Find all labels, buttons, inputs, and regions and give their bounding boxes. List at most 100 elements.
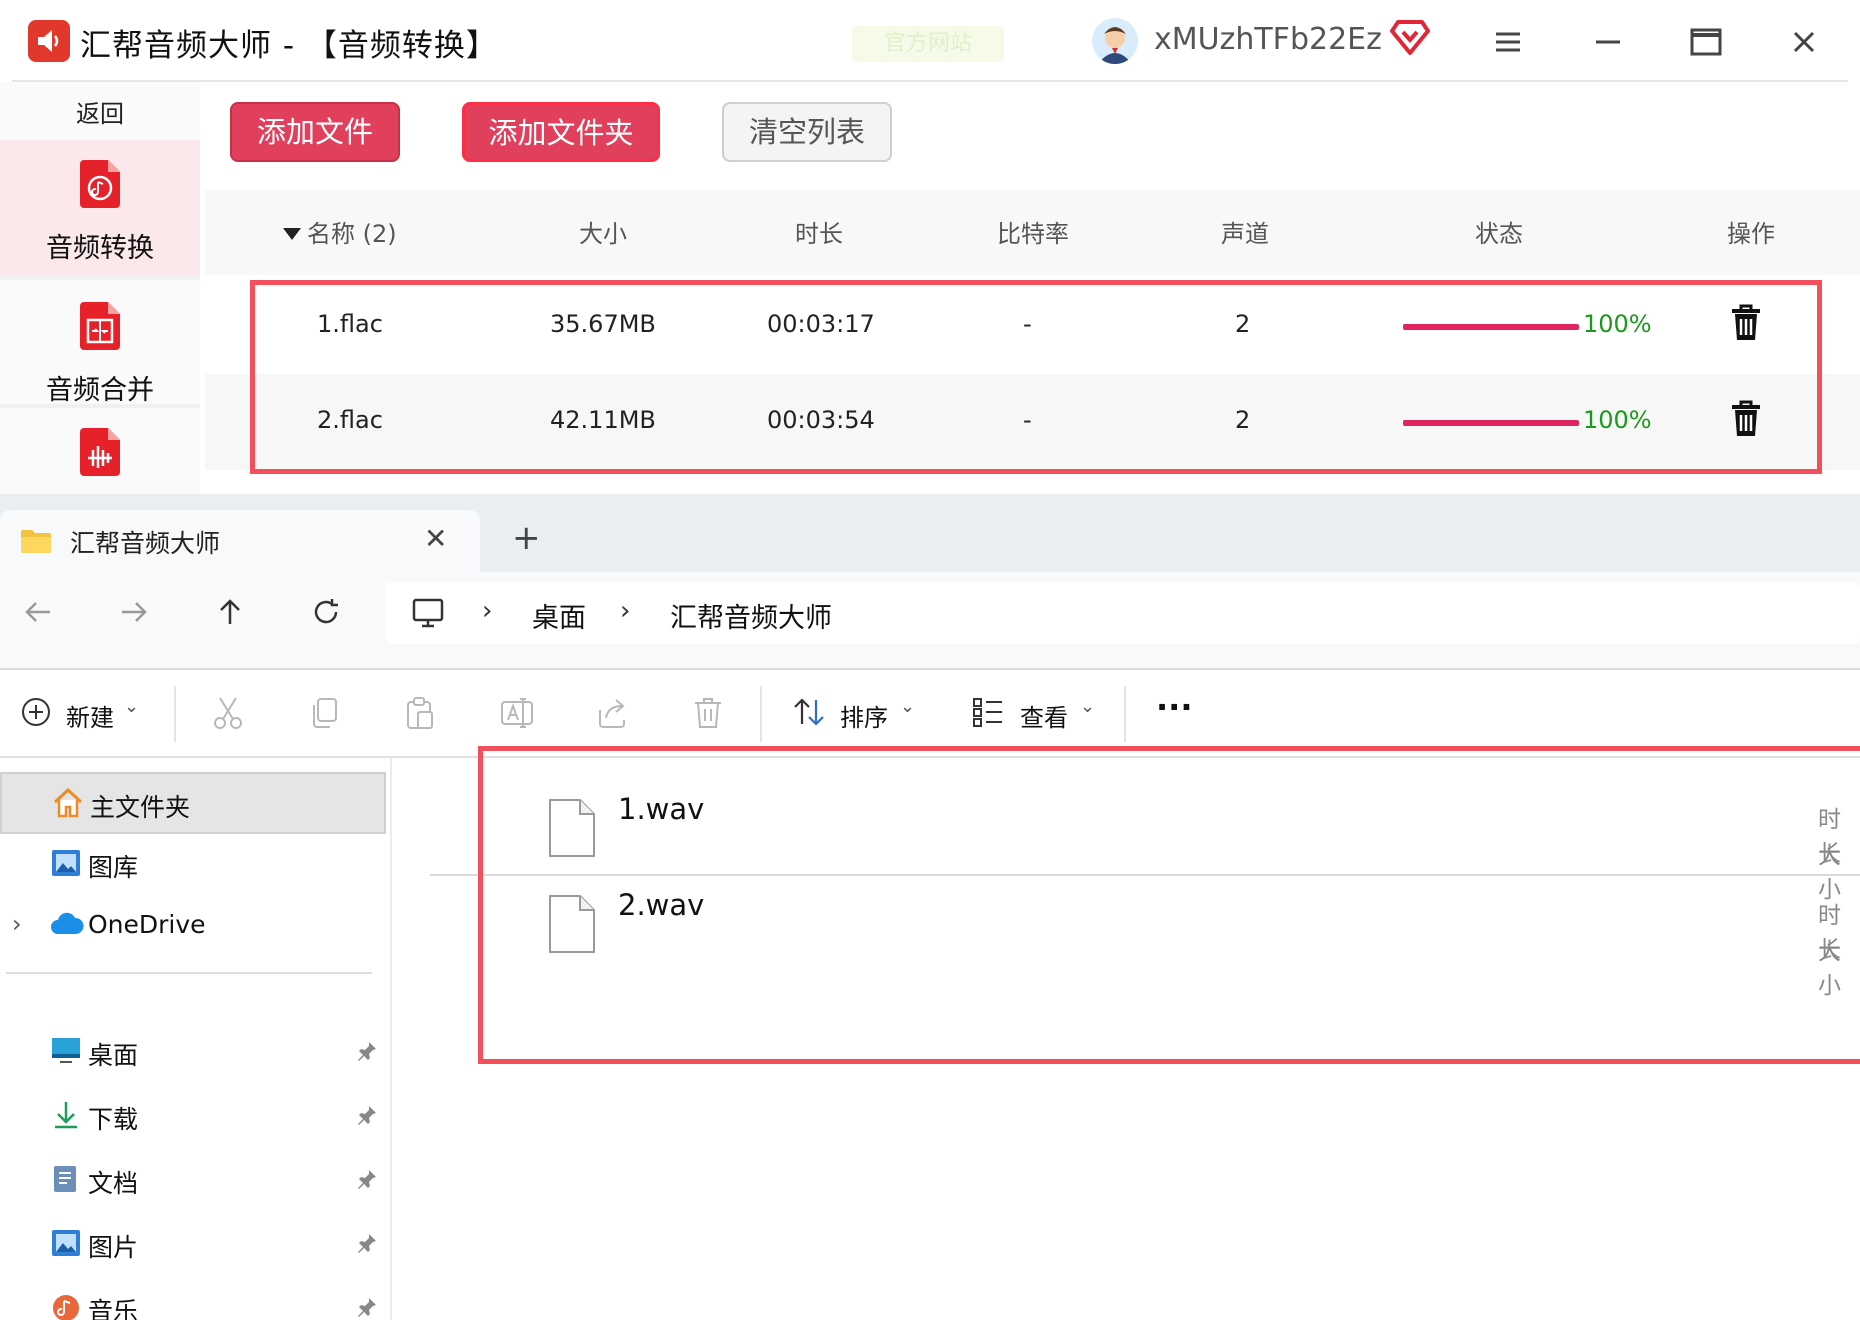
nav-label: 桌面 xyxy=(88,1041,139,1070)
chevron-right-icon[interactable]: › xyxy=(12,910,22,938)
pin-icon[interactable] xyxy=(356,1296,378,1320)
command-bar: 新建 ⌄ 排序 ⌄ 查看 ⌄ ··· xyxy=(0,670,1860,756)
sort-button[interactable]: 排序 xyxy=(840,698,888,733)
new-tab-icon[interactable]: + xyxy=(512,518,541,558)
sidebar-item-label: 音频合并 xyxy=(46,375,154,406)
pin-icon[interactable] xyxy=(356,1040,378,1066)
nav-label: 文档 xyxy=(88,1169,139,1198)
share-icon[interactable] xyxy=(596,696,628,734)
pin-icon[interactable] xyxy=(356,1168,378,1194)
tab-close-icon[interactable]: ✕ xyxy=(424,522,447,555)
nav-item-music[interactable]: 音乐 xyxy=(0,1278,386,1320)
folder-icon xyxy=(20,528,52,558)
table-header: 名称 (2) 大小 时长 比特率 声道 状态 操作 xyxy=(205,190,1860,275)
nav-label: 图库 xyxy=(88,853,139,882)
title-bar: 汇帮音频大师 - 【音频转换】 官方网站 xMUzhTFb22Ez xyxy=(0,0,1860,82)
minimize-icon[interactable] xyxy=(1588,22,1628,62)
add-file-button[interactable]: 添加文件 xyxy=(230,102,400,162)
more-options-icon[interactable]: ··· xyxy=(1156,688,1192,726)
copy-icon[interactable] xyxy=(308,696,340,734)
new-button[interactable]: 新建 xyxy=(66,698,114,733)
view-icon[interactable] xyxy=(972,696,1004,732)
app-logo-icon xyxy=(28,20,70,62)
back-button[interactable]: 返回 xyxy=(0,94,200,129)
back-arrow-icon[interactable] xyxy=(22,596,54,636)
tab-active[interactable]: 汇帮音频大师 ✕ xyxy=(0,510,480,572)
add-folder-button[interactable]: 添加文件夹 xyxy=(462,102,660,162)
nav-item-pictures[interactable]: 图片 xyxy=(0,1214,386,1276)
divider xyxy=(174,686,176,742)
vip-diamond-icon[interactable] xyxy=(1390,18,1430,60)
refresh-icon[interactable] xyxy=(310,596,342,636)
username: xMUzhTFb22Ez xyxy=(1154,22,1382,57)
cut-icon[interactable] xyxy=(212,696,244,734)
col-duration[interactable]: 时长 xyxy=(795,214,843,249)
close-icon[interactable] xyxy=(1784,22,1824,62)
new-plus-icon[interactable] xyxy=(20,696,52,732)
forward-arrow-icon[interactable] xyxy=(118,596,150,636)
audio-wave-icon xyxy=(78,426,122,478)
divider xyxy=(760,686,762,742)
navigation-pane: 主文件夹 图库 › OneDrive 桌面 下载 文档 图片 音乐 xyxy=(0,758,390,1320)
address-field[interactable]: › 桌面 › 汇帮音频大师 xyxy=(386,582,1860,644)
pictures-icon xyxy=(50,1228,82,1262)
col-channels[interactable]: 声道 xyxy=(1221,214,1269,249)
sort-desc-icon[interactable] xyxy=(283,218,301,246)
menu-icon[interactable] xyxy=(1488,22,1528,62)
nav-item-desktop[interactable]: 桌面 xyxy=(0,1022,386,1084)
clear-list-button[interactable]: 清空列表 xyxy=(722,102,892,162)
nav-item-documents[interactable]: 文档 xyxy=(0,1150,386,1212)
pin-icon[interactable] xyxy=(356,1232,378,1258)
home-icon xyxy=(52,787,84,822)
file-explorer-window: 汇帮音频大师 ✕ + › 桌面 › 汇帮音频大师 新建 ⌄ 排序 ⌄ 查看 ⌄ … xyxy=(0,494,1860,1320)
nav-label: 图片 xyxy=(88,1233,139,1262)
sidebar-item-audio-convert[interactable]: 音频转换 xyxy=(0,140,200,276)
tab-title: 汇帮音频大师 xyxy=(70,529,221,558)
nav-item-onedrive[interactable]: › OneDrive xyxy=(0,896,386,958)
pin-icon[interactable] xyxy=(356,1104,378,1130)
app-title: 汇帮音频大师 - 【音频转换】 xyxy=(80,28,498,64)
paste-icon[interactable] xyxy=(404,696,436,734)
rename-icon[interactable] xyxy=(500,696,534,734)
chevron-right-icon: › xyxy=(482,596,493,626)
chevron-down-icon[interactable]: ⌄ xyxy=(1080,696,1095,717)
chevron-down-icon[interactable]: ⌄ xyxy=(900,696,915,717)
audio-converter-app: 汇帮音频大师 - 【音频转换】 官方网站 xMUzhTFb22Ez 返回 音频转… xyxy=(0,0,1860,494)
nav-label: 下载 xyxy=(88,1105,139,1134)
nav-item-home[interactable]: 主文件夹 xyxy=(0,772,386,834)
sidebar-item-audio-wave[interactable] xyxy=(0,412,200,494)
gallery-icon xyxy=(50,848,82,882)
highlight-box xyxy=(478,746,1860,1064)
documents-icon xyxy=(50,1164,80,1198)
nav-label: OneDrive xyxy=(88,910,206,939)
chevron-right-icon: › xyxy=(620,596,631,626)
chevron-down-icon[interactable]: ⌄ xyxy=(124,696,139,717)
sort-icon[interactable] xyxy=(792,696,826,732)
col-actions: 操作 xyxy=(1727,220,1775,248)
delete-icon[interactable] xyxy=(692,696,724,734)
maximize-icon[interactable] xyxy=(1686,22,1726,62)
col-bitrate[interactable]: 比特率 xyxy=(997,214,1069,249)
col-size[interactable]: 大小 xyxy=(579,214,627,249)
divider xyxy=(12,80,1848,82)
sidebar-item-label: 音频转换 xyxy=(46,233,154,264)
nav-label: 主文件夹 xyxy=(90,793,191,822)
breadcrumb-folder[interactable]: 汇帮音频大师 xyxy=(670,596,832,635)
nav-item-downloads[interactable]: 下载 xyxy=(0,1086,386,1148)
user-avatar[interactable] xyxy=(1092,18,1138,64)
audio-merge-icon xyxy=(78,300,122,352)
official-site-badge[interactable]: 官方网站 xyxy=(852,26,1004,62)
col-name[interactable]: 名称 (2) xyxy=(307,214,397,249)
divider xyxy=(0,276,200,280)
nav-item-gallery[interactable]: 图库 xyxy=(0,834,386,896)
desktop-icon xyxy=(50,1036,82,1068)
sidebar-item-audio-merge[interactable]: 音频合并 xyxy=(0,282,200,418)
view-button[interactable]: 查看 xyxy=(1020,698,1068,733)
audio-convert-icon xyxy=(78,158,122,210)
up-arrow-icon[interactable] xyxy=(214,596,246,636)
col-status: 状态 xyxy=(1475,220,1523,248)
breadcrumb-desktop[interactable]: 桌面 xyxy=(532,596,586,635)
highlight-box xyxy=(250,280,1822,474)
nav-label: 音乐 xyxy=(88,1297,139,1320)
this-pc-icon[interactable] xyxy=(412,598,444,635)
